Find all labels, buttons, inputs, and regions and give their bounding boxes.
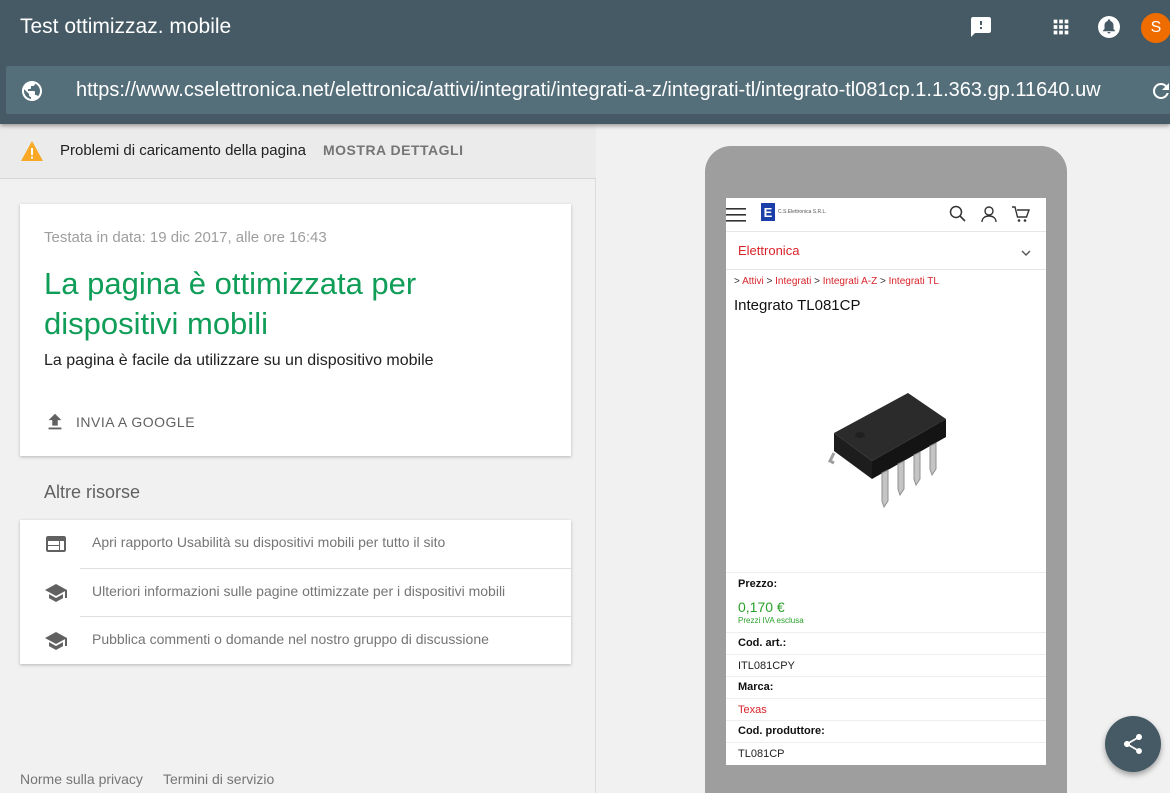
- price-value: 0,170 €: [738, 599, 785, 615]
- school-icon: [44, 629, 68, 653]
- ic-chip-product-image: [824, 383, 952, 513]
- upload-icon: [48, 413, 62, 430]
- url-bar[interactable]: https://www.cselettronica.net/elettronic…: [6, 66, 1170, 114]
- price-note: Prezzi IVA esclusa: [738, 616, 804, 625]
- breadcrumb-separator: >: [879, 276, 886, 287]
- mobile-breadcrumb: > Attivi > Integrati > Integrati A-Z > I…: [734, 276, 939, 287]
- breadcrumb-item: Integrati A-Z: [822, 276, 878, 287]
- phone-frame: E C.S.Elettronica S.R.L. Elettronica > A…: [705, 146, 1067, 793]
- breadcrumb-item: Attivi: [742, 276, 764, 287]
- apps-grid-icon[interactable]: [1048, 14, 1074, 40]
- privacy-link[interactable]: Norme sulla privacy: [20, 771, 143, 787]
- chevron-down-icon: [1020, 245, 1032, 256]
- share-icon: [1124, 734, 1142, 754]
- breadcrumb-item: Integrati: [775, 276, 812, 287]
- show-details-button[interactable]: MOSTRA DETTAGLI: [323, 142, 464, 158]
- phone-screen[interactable]: E C.S.Elettronica S.R.L. Elettronica > A…: [726, 198, 1046, 765]
- resource-link-usability-report[interactable]: Apri rapporto Usabilità su dispositivi m…: [20, 520, 571, 568]
- results-panel: Problemi di caricamento della pagina MOS…: [0, 124, 596, 793]
- site-logo: E: [761, 203, 775, 221]
- web-icon: [44, 532, 68, 556]
- category-label: Elettronica: [738, 243, 800, 258]
- resource-label: Ulteriori informazioni sulle pagine otti…: [92, 583, 506, 599]
- refresh-icon[interactable]: [1149, 79, 1170, 103]
- code-label: Cod. art.:: [738, 637, 787, 649]
- site-logo-text: C.S.Elettronica S.R.L.: [778, 209, 827, 215]
- notifications-bell-icon[interactable]: [1096, 14, 1122, 40]
- warning-text: Problemi di caricamento della pagina: [60, 142, 306, 159]
- resource-label: Pubblica commenti o domande nel nostro g…: [92, 631, 489, 647]
- send-to-google-label: INVIA A GOOGLE: [76, 414, 196, 430]
- breadcrumb-separator: >: [734, 276, 740, 287]
- app-title: Test ottimizzaz. mobile: [20, 15, 232, 38]
- divider: [726, 654, 1046, 655]
- globe-icon: [20, 79, 44, 103]
- divider: [726, 720, 1046, 721]
- share-button[interactable]: [1105, 716, 1161, 772]
- search-icon: [948, 204, 968, 224]
- other-resources-title: Altre risorse: [44, 482, 141, 502]
- tested-date: Testata in data: 19 dic 2017, alle ore 1…: [44, 229, 327, 246]
- resource-link-discussion-group[interactable]: Pubblica commenti o domande nel nostro g…: [45, 616, 571, 664]
- terms-link[interactable]: Termini di servizio: [163, 771, 274, 787]
- resources-card: Apri rapporto Usabilità su dispositivi m…: [20, 520, 571, 664]
- divider: [726, 698, 1046, 699]
- manufacturer-code-value: TL081CP: [738, 748, 785, 760]
- url-input[interactable]: https://www.cselettronica.net/elettronic…: [76, 79, 1101, 102]
- user-icon: [979, 204, 999, 224]
- school-icon: [44, 581, 68, 605]
- product-title: Integrato TL081CP: [734, 297, 861, 314]
- send-to-google-button[interactable]: INVIA A GOOGLE: [44, 404, 195, 440]
- hamburger-menu-icon: [726, 208, 746, 222]
- brand-label: Marca:: [738, 681, 774, 693]
- breadcrumb-item: Integrati TL: [888, 276, 939, 287]
- account-avatar[interactable]: S: [1141, 13, 1170, 43]
- brand-value: Texas: [738, 704, 767, 716]
- resource-link-mobile-info[interactable]: Ulteriori informazioni sulle pagine otti…: [45, 568, 571, 616]
- divider: [726, 572, 1046, 573]
- resource-label: Apri rapporto Usabilità su dispositivi m…: [92, 534, 446, 550]
- page-loading-warning: Problemi di caricamento della pagina MOS…: [0, 124, 596, 179]
- result-card: Testata in data: 19 dic 2017, alle ore 1…: [20, 204, 571, 456]
- breadcrumb-separator: >: [766, 276, 773, 287]
- price-label: Prezzo:: [738, 578, 778, 590]
- result-heading: La pagina è ottimizzata per dispositivi …: [44, 266, 417, 341]
- mobile-category-dropdown: Elettronica: [726, 232, 1046, 270]
- mobile-preview-panel: E C.S.Elettronica S.R.L. Elettronica > A…: [597, 124, 1170, 793]
- code-value: ITL081CPY: [738, 660, 795, 672]
- result-subtext: La pagina è facile da utilizzare su un d…: [44, 352, 434, 369]
- warning-icon: [20, 140, 44, 162]
- mobile-site-header: E C.S.Elettronica S.R.L.: [726, 198, 1046, 232]
- cart-icon: [1011, 204, 1031, 224]
- divider: [726, 676, 1046, 677]
- divider: [726, 742, 1046, 743]
- app-bar: Test ottimizzaz. mobile S https://www.cs…: [0, 0, 1170, 124]
- breadcrumb-separator: >: [814, 276, 820, 287]
- feedback-icon[interactable]: [968, 14, 994, 40]
- manufacturer-code-label: Cod. produttore:: [738, 725, 825, 737]
- divider: [726, 632, 1046, 633]
